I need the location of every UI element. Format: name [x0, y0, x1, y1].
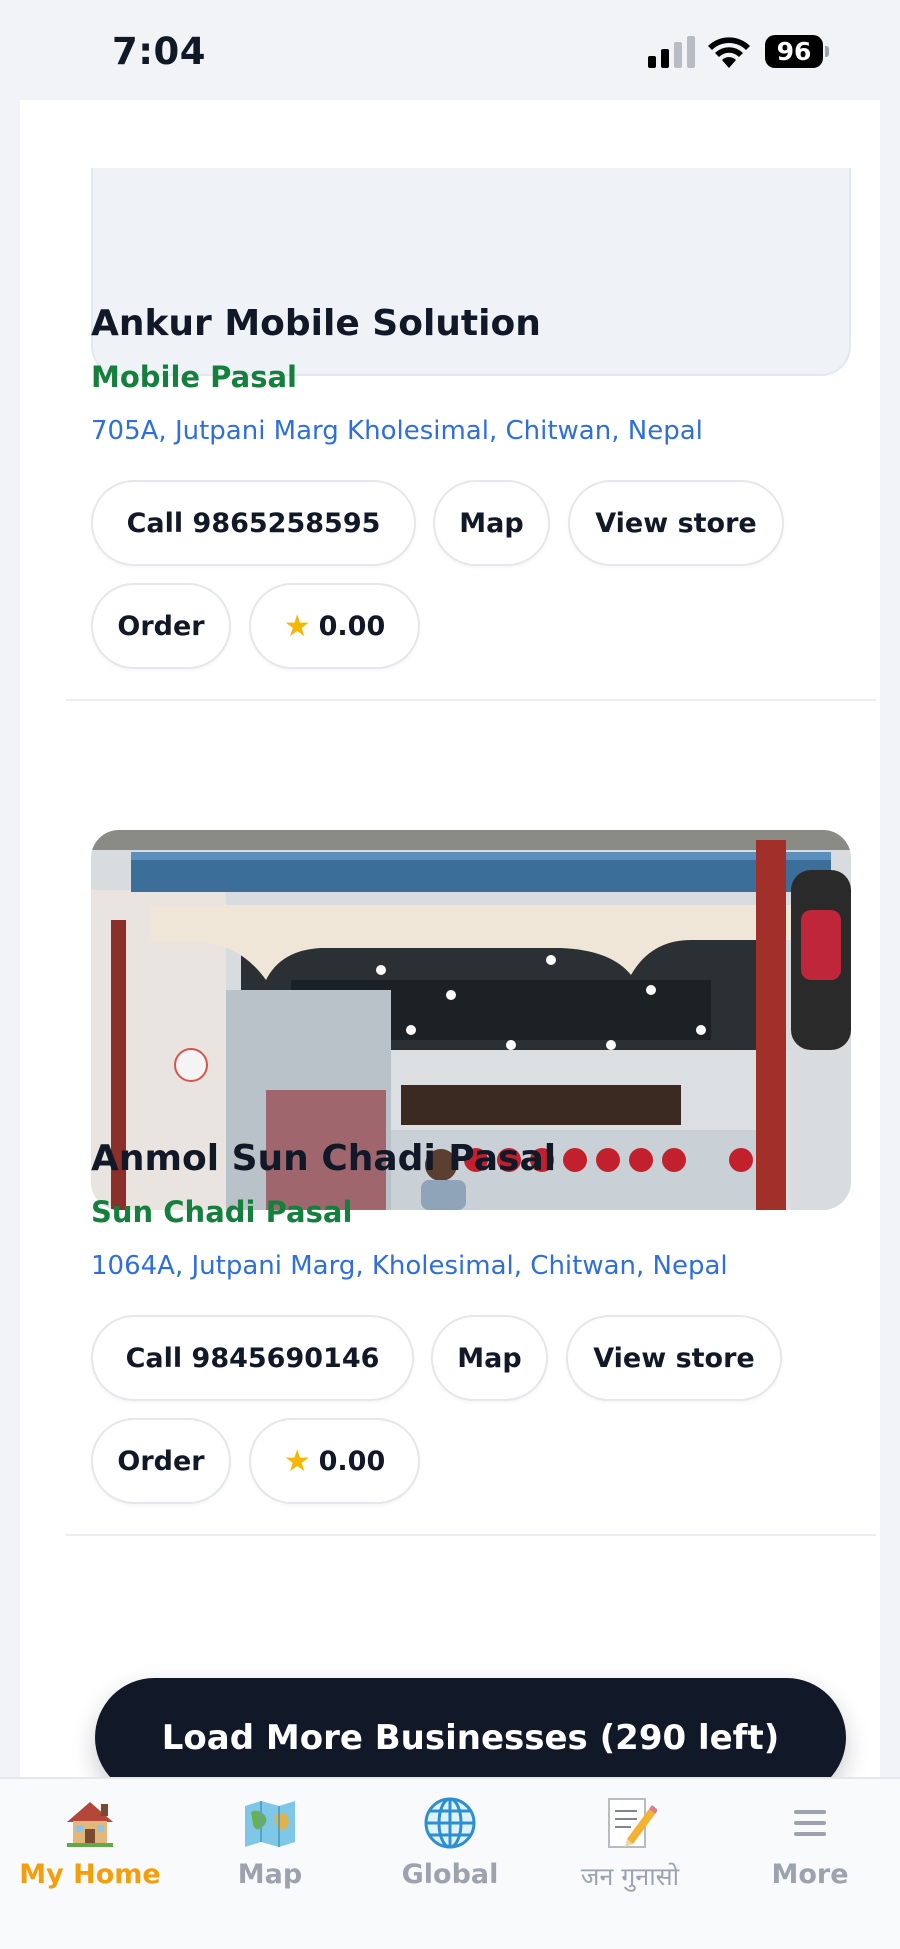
tab-label: My Home — [19, 1859, 161, 1890]
tab-map[interactable]: Map — [180, 1779, 360, 1899]
call-button[interactable]: Call 9865258595 — [91, 480, 416, 566]
business-category: Mobile Pasal — [91, 360, 298, 394]
battery-nub — [825, 46, 829, 57]
memo-icon — [600, 1793, 660, 1853]
status-time: 7:04 — [112, 30, 207, 73]
tab-label: Map — [237, 1859, 303, 1890]
business-address[interactable]: 1064A, Jutpani Marg, Kholesimal, Chitwan… — [91, 1251, 728, 1281]
business-category: Sun Chadi Pasal — [91, 1195, 353, 1229]
tab-jan-gunaso[interactable]: जन गुनासो — [540, 1779, 720, 1899]
globe-icon — [420, 1793, 480, 1853]
business-address[interactable]: 705A, Jutpani Marg Kholesimal, Chitwan, … — [91, 416, 703, 446]
divider — [66, 699, 876, 701]
tab-more[interactable]: More — [720, 1779, 900, 1899]
bottom-tab-bar: My Home Map Global जन गुनासो More — [0, 1777, 900, 1949]
divider — [66, 1534, 876, 1536]
business-name: Anmol Sun Chadi Pasal — [91, 1138, 557, 1179]
view-store-button[interactable]: View store — [568, 480, 784, 566]
menu-icon — [780, 1793, 840, 1853]
battery-indicator: 96 — [765, 35, 823, 68]
house-icon — [60, 1793, 120, 1853]
view-store-button[interactable]: View store — [566, 1315, 782, 1401]
battery-level: 96 — [776, 37, 812, 66]
store-image-placeholder[interactable] — [91, 168, 851, 376]
map-icon — [240, 1793, 300, 1853]
rating-value: 0.00 — [318, 1445, 386, 1477]
tab-label: More — [771, 1859, 849, 1890]
tab-global[interactable]: Global — [360, 1779, 540, 1899]
order-button[interactable]: Order — [91, 1418, 231, 1504]
cellular-signal-icon — [648, 36, 695, 68]
status-bar: 7:04 96 — [0, 0, 900, 100]
wifi-icon — [708, 37, 750, 68]
map-button[interactable]: Map — [431, 1315, 548, 1401]
rating-button[interactable]: ★ 0.00 — [249, 583, 420, 669]
star-icon: ★ — [283, 1443, 311, 1479]
business-list: Ankur Mobile Solution Mobile Pasal 705A,… — [20, 98, 880, 1797]
order-button[interactable]: Order — [91, 583, 231, 669]
star-icon: ★ — [283, 608, 311, 644]
business-name: Ankur Mobile Solution — [91, 303, 541, 344]
tab-label: जन गुनासो — [580, 1862, 680, 1891]
tab-my-home[interactable]: My Home — [0, 1779, 180, 1899]
call-button[interactable]: Call 9845690146 — [91, 1315, 414, 1401]
tab-label: Global — [401, 1859, 499, 1890]
rating-button[interactable]: ★ 0.00 — [249, 1418, 420, 1504]
rating-value: 0.00 — [318, 610, 386, 642]
map-button[interactable]: Map — [433, 480, 550, 566]
